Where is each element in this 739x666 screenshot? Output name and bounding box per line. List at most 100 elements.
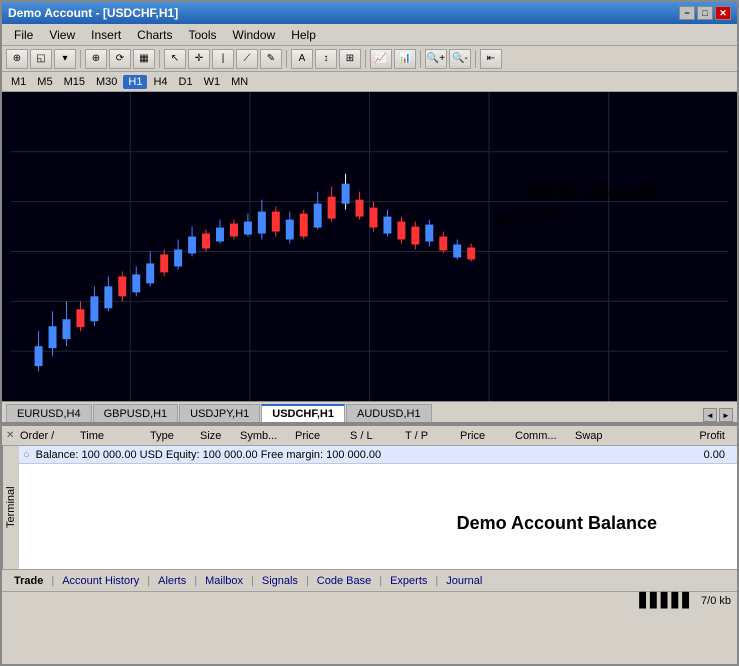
timeframe-bar: M1 M5 M15 M30 H1 H4 D1 W1 MN: [2, 72, 737, 92]
tab-codebase[interactable]: Code Base: [309, 573, 379, 589]
terminal-columns: ✕ Order / Time Type Size Symb... Price S…: [2, 426, 737, 446]
menu-file[interactable]: File: [6, 26, 41, 44]
menu-charts[interactable]: Charts: [129, 26, 180, 44]
chart-tab-audusd[interactable]: AUDUSD,H1: [346, 404, 432, 422]
toolbar-btn-4[interactable]: ⊕: [85, 49, 107, 69]
terminal-body: Terminal ○ Balance: 100 000.00 USD Equit…: [2, 446, 737, 569]
tf-m30[interactable]: M30: [91, 75, 122, 89]
toolbar-sep-5: [420, 50, 421, 68]
main-window: Demo Account - [USDCHF,H1] − □ ✕ File Vi…: [0, 0, 739, 666]
toolbar-chart1[interactable]: 📈: [370, 49, 392, 69]
toolbar-btn-3[interactable]: ▾: [54, 49, 76, 69]
status-bars-icon: ▋▋▋▋▋: [639, 592, 693, 609]
tab-account-history[interactable]: Account History: [54, 573, 147, 589]
chart-tabs: EURUSD,H4 GBPUSD,H1 USDJPY,H1 USDCHF,H1 …: [2, 402, 737, 424]
chart-tab-usdchf[interactable]: USDCHF,H1: [261, 404, 345, 422]
col-swap: Swap: [575, 430, 625, 442]
menu-window[interactable]: Window: [225, 26, 284, 44]
toolbar-diagonal[interactable]: ⟋: [236, 49, 258, 69]
candlestick-chart: [2, 92, 737, 401]
col-time: Time: [80, 430, 150, 442]
tab-alerts[interactable]: Alerts: [150, 573, 194, 589]
balance-value: 0.00: [704, 449, 733, 461]
toolbar-pencil[interactable]: ✎: [260, 49, 282, 69]
col-price: Price: [295, 430, 350, 442]
balance-row: ○ Balance: 100 000.00 USD Equity: 100 00…: [19, 446, 737, 464]
tab-nav-left[interactable]: ◄: [703, 408, 717, 422]
tab-signals[interactable]: Signals: [254, 573, 306, 589]
col-sl: S / L: [350, 430, 405, 442]
col-size: Size: [200, 430, 240, 442]
toolbar-btn-2[interactable]: ◱: [30, 49, 52, 69]
terminal-label: Terminal: [2, 446, 19, 569]
col-comm: Comm...: [515, 430, 575, 442]
toolbar-text[interactable]: A: [291, 49, 313, 69]
chart-tab-nav: ◄ ►: [703, 408, 733, 422]
status-bar: ▋▋▋▋▋ 7/0 kb: [2, 591, 737, 609]
terminal-section: ✕ Order / Time Type Size Symb... Price S…: [2, 424, 737, 609]
toolbar-scroll[interactable]: ⇤: [480, 49, 502, 69]
balance-icon: ○: [23, 449, 30, 461]
toolbar-chart2[interactable]: 📊: [394, 49, 416, 69]
col-type: Type: [150, 430, 200, 442]
toolbar-btn-1[interactable]: ⊕: [6, 49, 28, 69]
toolbar: ⊕ ◱ ▾ ⊕ ⟳ ▦ ↖ ✛ | ⟋ ✎ A ↕ ⊞ 📈 📊 🔍+ 🔍- ⇤: [2, 46, 737, 72]
toolbar-btn-6[interactable]: ▦: [133, 49, 155, 69]
tf-h4[interactable]: H4: [148, 75, 172, 89]
tf-m1[interactable]: M1: [6, 75, 31, 89]
window-title: Demo Account - [USDCHF,H1]: [8, 6, 178, 20]
col-order: Order /: [20, 430, 80, 442]
toolbar-zoom-out[interactable]: 🔍-: [449, 49, 471, 69]
menu-view[interactable]: View: [41, 26, 83, 44]
tf-m5[interactable]: M5: [32, 75, 57, 89]
bottom-tabs: Trade | Account History | Alerts | Mailb…: [2, 569, 737, 591]
tab-experts[interactable]: Experts: [382, 573, 435, 589]
tf-w1[interactable]: W1: [199, 75, 226, 89]
tf-m15[interactable]: M15: [59, 75, 90, 89]
toolbar-zoom-in[interactable]: 🔍+: [425, 49, 447, 69]
menu-insert[interactable]: Insert: [83, 26, 129, 44]
toolbar-sep-6: [475, 50, 476, 68]
col-tp: T / P: [405, 430, 460, 442]
minimize-button[interactable]: −: [679, 6, 695, 20]
restore-button[interactable]: □: [697, 6, 713, 20]
balance-text: Balance: 100 000.00 USD Equity: 100 000.…: [36, 449, 382, 461]
toolbar-sep-1: [80, 50, 81, 68]
tf-d1[interactable]: D1: [174, 75, 198, 89]
chart-area: Demo Account: [2, 92, 737, 402]
toolbar-arrow-btn[interactable]: ↕: [315, 49, 337, 69]
content-area: File View Insert Charts Tools Window Hel…: [2, 24, 737, 664]
toolbar-sep-2: [159, 50, 160, 68]
chart-tab-usdjpy[interactable]: USDJPY,H1: [179, 404, 260, 422]
title-bar: Demo Account - [USDCHF,H1] − □ ✕: [2, 2, 737, 24]
menu-bar: File View Insert Charts Tools Window Hel…: [2, 24, 737, 46]
title-bar-buttons: − □ ✕: [679, 6, 731, 20]
tab-trade[interactable]: Trade: [6, 573, 51, 589]
toolbar-sep-3: [286, 50, 287, 68]
menu-tools[interactable]: Tools: [181, 26, 225, 44]
tf-mn[interactable]: MN: [226, 75, 253, 89]
tab-journal[interactable]: Journal: [438, 573, 490, 589]
toolbar-btn-5[interactable]: ⟳: [109, 49, 131, 69]
chart-tab-eurusd[interactable]: EURUSD,H4: [6, 404, 92, 422]
chart-tab-gbpusd[interactable]: GBPUSD,H1: [93, 404, 179, 422]
tab-nav-right[interactable]: ►: [719, 408, 733, 422]
tf-h1[interactable]: H1: [123, 75, 147, 89]
menu-help[interactable]: Help: [283, 26, 324, 44]
col-profit: Profit: [625, 430, 733, 442]
col-price2: Price: [460, 430, 515, 442]
terminal-empty: Demo Account Balance: [19, 464, 737, 544]
status-kb: 7/0 kb: [701, 595, 731, 607]
toolbar-cross[interactable]: ✛: [188, 49, 210, 69]
balance-annotation: Demo Account Balance: [457, 513, 657, 534]
tab-mailbox[interactable]: Mailbox: [197, 573, 251, 589]
terminal-content: ○ Balance: 100 000.00 USD Equity: 100 00…: [19, 446, 737, 569]
toolbar-line[interactable]: |: [212, 49, 234, 69]
toolbar-cursor[interactable]: ↖: [164, 49, 186, 69]
toolbar-expand[interactable]: ⊞: [339, 49, 361, 69]
demo-account-annotation: Demo Account: [531, 182, 657, 203]
col-symbol: Symb...: [240, 430, 295, 442]
toolbar-sep-4: [365, 50, 366, 68]
close-button[interactable]: ✕: [715, 6, 731, 20]
terminal-close-icon[interactable]: ✕: [6, 430, 20, 441]
